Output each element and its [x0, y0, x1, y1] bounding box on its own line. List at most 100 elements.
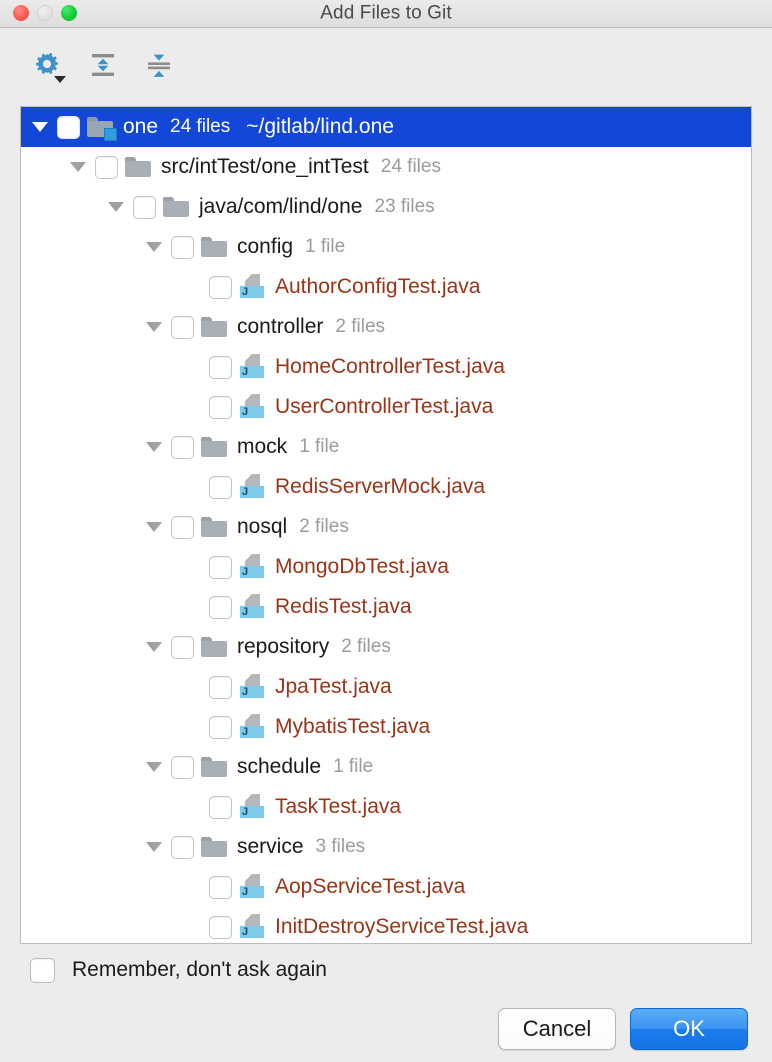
folder-icon	[197, 437, 231, 457]
cancel-button[interactable]: Cancel	[498, 1008, 616, 1050]
file-count: 1 file	[333, 756, 373, 778]
row-checkbox[interactable]	[167, 836, 197, 859]
row-checkbox[interactable]	[205, 556, 235, 579]
window-title: Add Files to Git	[0, 2, 772, 24]
tree-row[interactable]: controller2 files	[21, 307, 751, 347]
file-count: 24 files	[170, 116, 230, 138]
tree-row[interactable]: JMybatisTest.java	[21, 707, 751, 747]
row-checkbox[interactable]	[205, 916, 235, 939]
remember-checkbox[interactable]	[30, 958, 55, 983]
expand-triangle-icon[interactable]	[27, 107, 53, 147]
tree-row[interactable]: service3 files	[21, 827, 751, 867]
expand-triangle-icon[interactable]	[141, 627, 167, 667]
folder-name: src/intTest/one_intTest	[161, 155, 369, 179]
tree-row[interactable]: JTaskTest.java	[21, 787, 751, 827]
tree-row[interactable]: config1 file	[21, 227, 751, 267]
folder-icon	[197, 317, 231, 337]
twisty-placeholder	[179, 667, 205, 707]
tree-row[interactable]: JHomeControllerTest.java	[21, 347, 751, 387]
tree-row[interactable]: JAuthorConfigTest.java	[21, 267, 751, 307]
file-name: TaskTest.java	[275, 795, 401, 819]
expand-triangle-icon[interactable]	[65, 147, 91, 187]
folder-name: one	[123, 115, 158, 139]
folder-name: repository	[237, 635, 329, 659]
tree-row[interactable]: JRedisServerMock.java	[21, 467, 751, 507]
toolbar	[0, 28, 772, 106]
row-checkbox[interactable]	[205, 596, 235, 619]
expand-triangle-icon[interactable]	[141, 427, 167, 467]
row-checkbox[interactable]	[167, 636, 197, 659]
collapse-all-button[interactable]	[142, 50, 176, 84]
remember-choice-row[interactable]: Remember, don't ask again	[20, 944, 752, 996]
tree-row[interactable]: src/intTest/one_intTest24 files	[21, 147, 751, 187]
remember-label: Remember, don't ask again	[72, 958, 327, 982]
twisty-placeholder	[179, 267, 205, 307]
folder-icon	[159, 197, 193, 217]
row-checkbox[interactable]	[205, 276, 235, 299]
row-checkbox[interactable]	[167, 756, 197, 779]
title-bar: Add Files to Git	[0, 0, 772, 28]
row-checkbox[interactable]	[167, 316, 197, 339]
expand-all-icon	[88, 50, 118, 85]
file-count: 3 files	[316, 836, 366, 858]
expand-triangle-icon[interactable]	[103, 187, 129, 227]
folder-name: controller	[237, 315, 323, 339]
tree-row[interactable]: JJpaTest.java	[21, 667, 751, 707]
file-tree-panel[interactable]: one24 files~/gitlab/lind.onesrc/intTest/…	[20, 106, 752, 944]
row-checkbox[interactable]	[205, 396, 235, 419]
tree-row[interactable]: JAopServiceTest.java	[21, 867, 751, 907]
twisty-placeholder	[179, 467, 205, 507]
file-count: 2 files	[341, 636, 391, 658]
row-checkbox[interactable]	[129, 196, 159, 219]
expand-triangle-icon[interactable]	[141, 507, 167, 547]
ok-button[interactable]: OK	[630, 1008, 748, 1050]
java-file-icon: J	[235, 794, 269, 820]
file-name: RedisServerMock.java	[275, 475, 485, 499]
row-checkbox[interactable]	[205, 716, 235, 739]
tree-row[interactable]: JRedisTest.java	[21, 587, 751, 627]
row-checkbox[interactable]	[205, 356, 235, 379]
row-checkbox[interactable]	[205, 476, 235, 499]
tree-row[interactable]: repository 2 files	[21, 627, 751, 667]
expand-triangle-icon[interactable]	[141, 307, 167, 347]
twisty-placeholder	[179, 587, 205, 627]
tree-row[interactable]: java/com/lind/one23 files	[21, 187, 751, 227]
tree-row[interactable]: mock1 file	[21, 427, 751, 467]
row-checkbox[interactable]	[205, 796, 235, 819]
file-count: 2 files	[299, 516, 349, 538]
expand-triangle-icon[interactable]	[141, 227, 167, 267]
java-file-icon: J	[235, 874, 269, 900]
tree-row[interactable]: JMongoDbTest.java	[21, 547, 751, 587]
folder-icon	[197, 637, 231, 657]
row-checkbox[interactable]	[53, 116, 83, 139]
row-checkbox[interactable]	[91, 156, 121, 179]
tree-row[interactable]: nosql2 files	[21, 507, 751, 547]
java-file-icon: J	[235, 474, 269, 500]
row-checkbox[interactable]	[167, 436, 197, 459]
folder-name: mock	[237, 435, 287, 459]
tree-row[interactable]: schedule1 file	[21, 747, 751, 787]
file-name: RedisTest.java	[275, 595, 412, 619]
row-checkbox[interactable]	[167, 516, 197, 539]
row-checkbox[interactable]	[167, 236, 197, 259]
tree-row[interactable]: one24 files~/gitlab/lind.one	[21, 107, 751, 147]
file-count: 1 file	[305, 236, 345, 258]
twisty-placeholder	[179, 387, 205, 427]
twisty-placeholder	[179, 707, 205, 747]
settings-gear-dropdown-button[interactable]	[30, 50, 64, 84]
expand-triangle-icon[interactable]	[141, 747, 167, 787]
java-file-icon: J	[235, 914, 269, 940]
collapse-all-icon	[144, 50, 174, 85]
tree-row[interactable]: JUserControllerTest.java	[21, 387, 751, 427]
folder-icon	[121, 157, 155, 177]
java-file-icon: J	[235, 554, 269, 580]
expand-triangle-icon[interactable]	[141, 827, 167, 867]
file-name: InitDestroyServiceTest.java	[275, 915, 528, 939]
file-name: AuthorConfigTest.java	[275, 275, 480, 299]
row-checkbox[interactable]	[205, 876, 235, 899]
row-checkbox[interactable]	[205, 676, 235, 699]
expand-all-button[interactable]	[86, 50, 120, 84]
tree-row[interactable]: JInitDestroyServiceTest.java	[21, 907, 751, 944]
java-file-icon: J	[235, 354, 269, 380]
file-count: 23 files	[374, 196, 434, 218]
